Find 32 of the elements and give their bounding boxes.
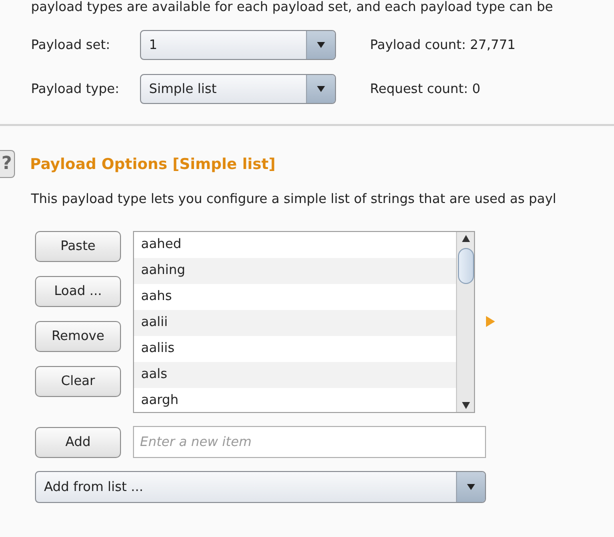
add-from-list-dropdown[interactable]: Add from list ...: [35, 471, 486, 503]
dropdown[interactable]: 1: [140, 30, 336, 60]
help-button[interactable]: ?: [0, 150, 15, 178]
list-button[interactable]: Load ...: [35, 276, 121, 307]
field-label: Payload type:: [31, 82, 120, 96]
dropdown[interactable]: Simple list: [140, 74, 336, 104]
scrollbar[interactable]: [456, 232, 474, 412]
new-item-field[interactable]: Enter a new item: [133, 426, 486, 458]
add-button[interactable]: Add: [35, 426, 121, 458]
caret-icon: [317, 42, 325, 48]
scroll-thumb[interactable]: [458, 248, 474, 284]
caret-icon: [467, 484, 475, 490]
list-button[interactable]: Paste: [35, 231, 121, 262]
list-item[interactable]: aalii: [134, 310, 456, 336]
list-item[interactable]: aahed: [134, 232, 456, 258]
info-text: Request count: 0: [370, 82, 480, 96]
list-item[interactable]: aahs: [134, 284, 456, 310]
section-description: This payload type lets you configure a simple list of strings that are used as payl: [31, 192, 558, 207]
caret-icon: [317, 86, 325, 92]
list-item[interactable]: aargh: [134, 388, 456, 412]
list-item[interactable]: aahing: [134, 258, 456, 284]
list-item[interactable]: aals: [134, 362, 456, 388]
intro-text: payload types are available for each payload set, and each payload type can be: [31, 0, 554, 16]
scroll-up-icon[interactable]: [462, 235, 470, 242]
list-button[interactable]: Remove: [35, 321, 121, 352]
list-button[interactable]: Clear: [35, 366, 121, 397]
section-heading: Payload Options [Simple list]: [30, 155, 276, 173]
info-text: Payload count: 27,771: [370, 38, 516, 52]
list-item[interactable]: aaliis: [134, 336, 456, 362]
scroll-down-icon[interactable]: [462, 402, 470, 409]
field-label: Payload set:: [31, 38, 112, 52]
expand-arrow-icon[interactable]: [486, 316, 495, 327]
